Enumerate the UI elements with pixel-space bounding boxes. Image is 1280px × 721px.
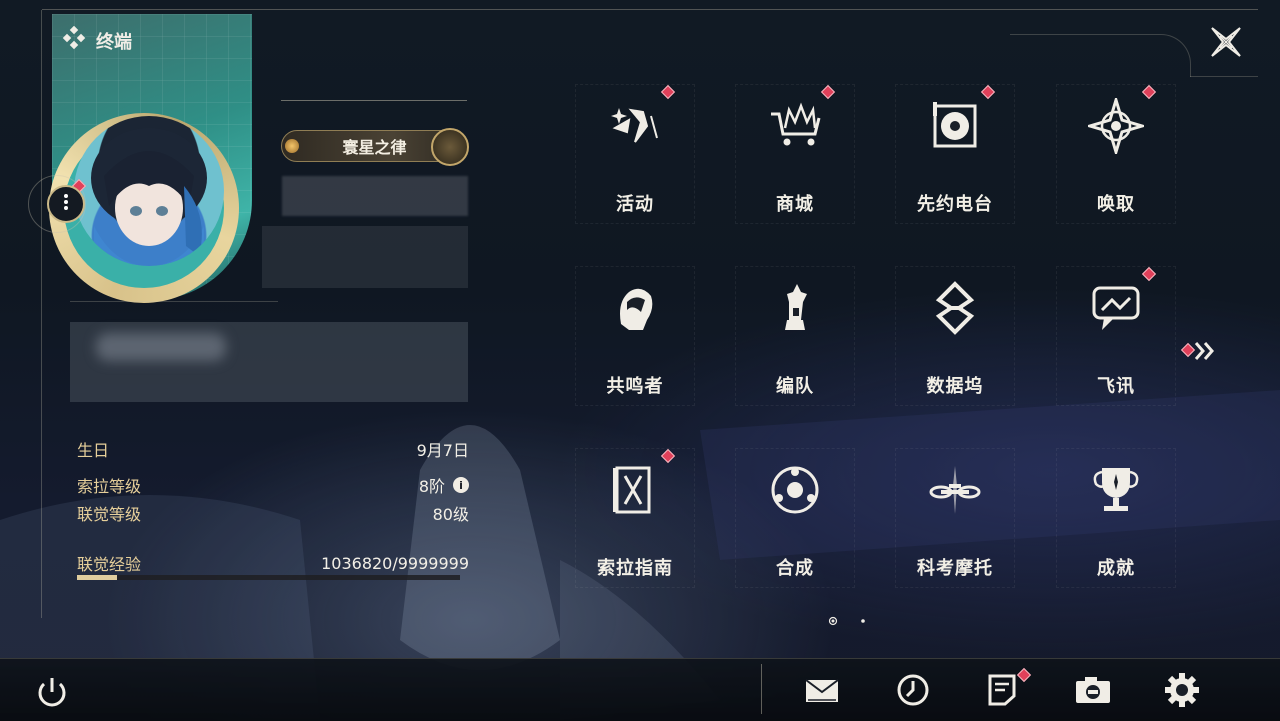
menu-item-synthesis-ring[interactable]: 合成 [735,448,855,588]
profile-divider [70,301,278,302]
frame-right-line [1190,76,1258,77]
message-bubble-icon [1088,280,1144,336]
activity-sparkle-icon [607,98,663,154]
trophy-icon [1088,462,1144,518]
more-icon [63,193,69,216]
avatar[interactable] [74,116,224,266]
mail-icon [805,679,839,702]
birthday-label: 生日 [77,441,110,460]
menu-item-label: 科考摩托 [917,558,993,579]
menu-item-label: 合成 [776,558,814,579]
frame-top-line [42,9,1258,10]
menu-item-shop-cart[interactable]: 商城 [735,84,855,224]
menu-item-databank[interactable]: 数据坞 [895,266,1015,406]
exp-progress-fill [77,575,117,580]
menu-item-resonator-portrait[interactable]: 共鸣者 [575,266,695,406]
sola-level-value-group: 8阶 i [419,473,469,497]
menu-item-label: 飞讯 [1097,376,1135,397]
guide-book-icon [607,462,663,518]
exp-progress-bar [77,575,460,580]
union-exp-row: 联觉经验 1036820/9999999 [77,551,469,575]
orb-icon [431,128,469,166]
union-level-row: 联觉等级 80级 [77,501,469,525]
settings-button[interactable] [1162,670,1202,710]
menu-item-label: 编队 [776,376,814,397]
union-exp-value: 1036820/9999999 [321,553,469,573]
clock-icon [897,674,929,706]
clock-button[interactable] [893,670,933,710]
sun-icon [285,139,299,153]
close-button[interactable] [1206,22,1246,62]
frame-curve [1010,34,1191,77]
menu-item-summon-compass[interactable]: 唤取 [1056,84,1176,224]
menu-item-motorcycle[interactable]: 科考摩托 [895,448,1015,588]
menu-item-activity-sparkle[interactable]: 活动 [575,84,695,224]
info-icon[interactable]: i [453,477,469,493]
title-badge-label: 寰星之律 [342,138,407,157]
team-chess-icon [767,280,823,336]
pagination [826,612,876,626]
close-icon [1211,27,1241,57]
diamond-cluster-icon [62,25,86,55]
double-chevron-right-icon [1194,342,1214,360]
union-exp-label: 联觉经验 [77,555,142,574]
page-title-label: 终端 [96,31,132,53]
menu-item-label: 索拉指南 [597,558,673,579]
sola-level-value: 8阶 [418,477,445,496]
page-dot[interactable] [861,619,865,623]
menu-item-label: 共鸣者 [606,376,664,397]
menu-item-team-chess[interactable]: 编队 [735,266,855,406]
bottom-bar-divider [761,664,762,714]
menu-item-label: 唤取 [1097,194,1135,215]
frame-left-line [41,10,42,618]
databank-icon [927,280,983,336]
mail-button[interactable] [802,670,842,710]
menu-item-label: 商城 [776,194,814,215]
camera-icon [1076,677,1110,703]
union-level-label: 联觉等级 [77,505,142,524]
motorcycle-icon [927,462,983,518]
power-button[interactable] [32,672,72,712]
menu-item-radio-turntable[interactable]: 先约电台 [895,84,1015,224]
hidden-id-field [262,226,468,288]
menu-item-guide-book[interactable]: 索拉指南 [575,448,695,588]
menu-item-label: 活动 [616,194,654,215]
hidden-signature-text [96,333,226,361]
summon-compass-icon [1084,94,1148,158]
radio-turntable-icon [927,98,983,154]
next-page-button[interactable] [1180,338,1224,364]
settings-gear-icon [1165,673,1199,707]
synthesis-ring-icon [767,462,823,518]
menu-item-label: 成就 [1097,558,1135,579]
union-level-value: 80级 [432,505,469,524]
menu-item-trophy[interactable]: 成就 [1056,448,1176,588]
sola-level-label: 索拉等级 [77,477,142,496]
title-divider [281,100,467,101]
birthday-row: 生日 9月7日 [77,437,469,461]
birthday-value: 9月7日 [416,441,469,460]
page-title: 终端 [62,25,132,55]
more-button[interactable] [47,185,85,223]
power-icon [38,678,66,707]
menu-item-label: 数据坞 [926,376,984,397]
shop-cart-icon [767,98,823,154]
sola-level-row: 索拉等级 8阶 i [77,473,469,497]
hidden-name-field [282,176,468,216]
camera-button[interactable] [1073,670,1113,710]
menu-item-label: 先约电台 [917,194,993,215]
menu-item-message-bubble[interactable]: 飞讯 [1056,266,1176,406]
resonator-portrait-icon [607,280,663,336]
